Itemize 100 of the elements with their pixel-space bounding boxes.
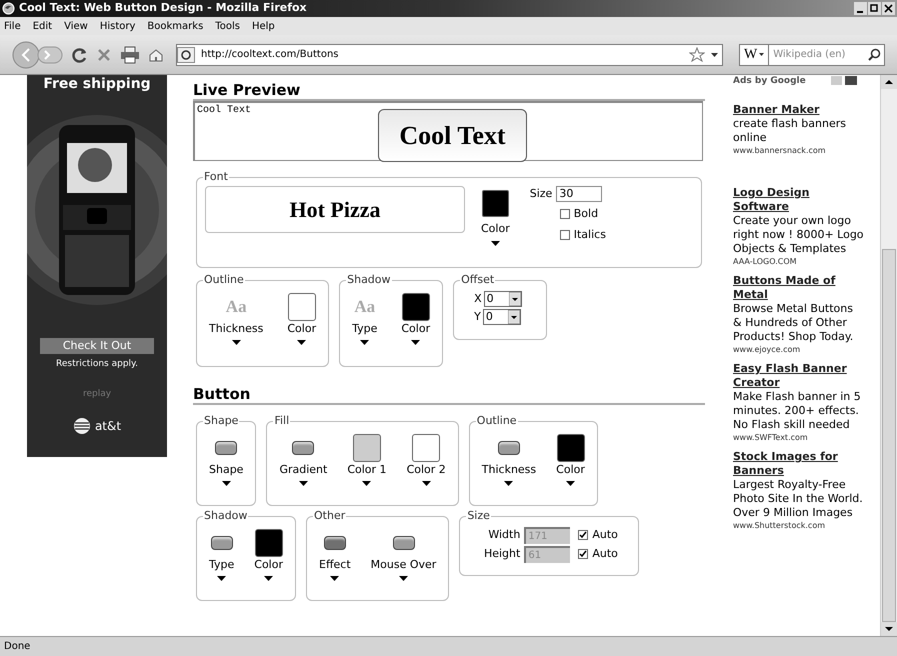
dropdown-button[interactable]: Thickness (478, 434, 540, 486)
menu-item[interactable]: File (4, 18, 21, 34)
menu-item[interactable]: Edit (32, 18, 52, 34)
field-label: Width (487, 526, 520, 543)
scrollbar-thumb[interactable] (882, 249, 896, 622)
caret-icon (759, 53, 764, 56)
search-icon[interactable] (868, 48, 881, 60)
dropdown-button[interactable]: Color 1 (343, 434, 391, 486)
font-sample-box[interactable]: Hot Pizza (205, 186, 465, 232)
dropdown-button[interactable]: Color (283, 292, 320, 344)
search-field[interactable]: Wikipedia (en) (769, 44, 885, 66)
caret-icon (422, 480, 431, 486)
ad-url: www.ejoyce.com (733, 344, 802, 355)
ad-options-icon[interactable] (831, 76, 857, 85)
dropdown-button[interactable]: Gradient (275, 434, 332, 486)
ad-link[interactable]: Buttons Made of Metal (733, 274, 865, 302)
ad-url: www.bannersnack.com (733, 145, 827, 156)
caret-icon (264, 576, 274, 580)
ad-link[interactable]: Stock Images for Banners (733, 450, 865, 478)
printer-icon[interactable] (120, 46, 140, 64)
ad-text: Largest Royalty-Free Photo Site In the World. Over 9 Million Images (733, 478, 864, 520)
caret-icon (222, 480, 231, 486)
checkbox[interactable] (578, 530, 588, 540)
text-area[interactable]: Cool Text Cool Text (193, 101, 703, 161)
group-legend: Shape (203, 413, 240, 430)
address-field[interactable]: http://cooltext.com/Buttons (176, 44, 723, 66)
dropdown-button[interactable]: Color 2 (402, 434, 450, 486)
close-icon[interactable] (882, 2, 895, 15)
ad-text: Browse Metal Buttons & Hundreds of Other Products! Shop Today. (733, 302, 854, 344)
scrollbar[interactable] (880, 75, 897, 636)
checkbox-label: Auto (592, 526, 618, 543)
dropdown-button[interactable]: Aa Thickness (205, 292, 268, 344)
caret-icon (217, 576, 226, 580)
group-legend: Outline (203, 272, 245, 288)
checkbox-label: Auto (592, 546, 618, 562)
menu-item[interactable]: Bookmarks (147, 18, 204, 34)
caret-icon (411, 340, 420, 344)
reload-icon[interactable] (72, 46, 88, 62)
status-text: Done (4, 640, 30, 654)
dropdown-button[interactable]: Mouse Over (366, 528, 440, 580)
dropdown-button[interactable]: Color (397, 292, 434, 344)
ad-text: Make Flash banner in 5 minutes. 200+ effects. No Flash skill needed (733, 390, 862, 432)
minimize-icon[interactable] (854, 2, 867, 15)
dropdown-button[interactable]: Shape (205, 434, 248, 486)
menu-item[interactable]: Help (252, 18, 275, 34)
ad-url: AAA-LOGO.COM (733, 256, 798, 267)
back-forward-icon[interactable] (12, 40, 64, 68)
scroll-up-icon[interactable] (881, 75, 897, 89)
ad-link[interactable]: Banner Maker (733, 103, 865, 117)
section-heading: Live Preview (193, 81, 705, 101)
preview-button: Cool Text (378, 109, 527, 162)
group-legend: Size (466, 508, 491, 524)
ad-url: www.Shutterstock.com (733, 520, 826, 531)
menu-item[interactable]: History (100, 18, 136, 34)
caret-icon (297, 340, 306, 344)
caret-icon[interactable] (711, 52, 718, 56)
menu-item[interactable]: View (64, 18, 88, 34)
star-icon[interactable] (689, 47, 705, 62)
caret-icon (362, 480, 372, 486)
select-field[interactable]: 0 (482, 309, 521, 326)
restore-icon[interactable] (868, 2, 881, 15)
caret-icon (490, 241, 500, 246)
dropdown-button[interactable]: Color (552, 434, 589, 486)
field-label: Size (530, 186, 552, 202)
ad-button[interactable]: Check It Out (40, 338, 154, 354)
field-label: Height (482, 546, 520, 562)
checkbox[interactable] (560, 209, 570, 220)
window-title: Cool Text: Web Button Design - Mozilla Firefox (19, 0, 308, 16)
dropdown-button[interactable]: Type (205, 528, 238, 580)
dropdown-button[interactable]: Aa Type (348, 292, 382, 344)
checkbox-label: Italics (574, 226, 606, 242)
caret-icon (566, 480, 576, 486)
caret-icon (298, 480, 308, 486)
group-legend: Font (203, 169, 229, 186)
ad-text: create flash banners online (733, 117, 847, 145)
ad-link[interactable]: Easy Flash Banner Creator (733, 362, 865, 390)
checkbox[interactable] (578, 549, 588, 559)
stop-icon[interactable] (96, 46, 112, 62)
select-field[interactable]: 0 (484, 290, 522, 307)
search-engine-button[interactable]: W (739, 44, 770, 66)
caret-icon (330, 576, 340, 580)
group-legend: Fill (273, 413, 290, 430)
site-identity-icon (177, 46, 195, 62)
checkbox[interactable] (560, 230, 570, 240)
size-field[interactable]: 30 (556, 186, 602, 202)
field-label: Y (474, 309, 481, 325)
ad-link[interactable]: Logo Design Software (733, 186, 865, 214)
ad-text: Create your own logo right now ! 8000+ Logo Objects & Templates (733, 214, 865, 256)
menu-item[interactable]: Tools (215, 18, 240, 34)
ads-header: Ads by Google (733, 76, 806, 86)
ad-headline: Free shipping (43, 77, 151, 91)
group-legend: Shadow (203, 508, 248, 524)
dropdown-button[interactable]: Effect (315, 528, 355, 580)
dropdown-arrow-icon[interactable] (508, 292, 521, 306)
group-legend: Shadow (346, 272, 392, 288)
home-icon[interactable] (148, 46, 164, 62)
dropdown-button[interactable]: Color (481, 190, 510, 246)
scroll-down-icon[interactable] (881, 622, 897, 636)
dropdown-button[interactable]: Color (250, 528, 287, 580)
dropdown-arrow-icon[interactable] (508, 310, 520, 324)
